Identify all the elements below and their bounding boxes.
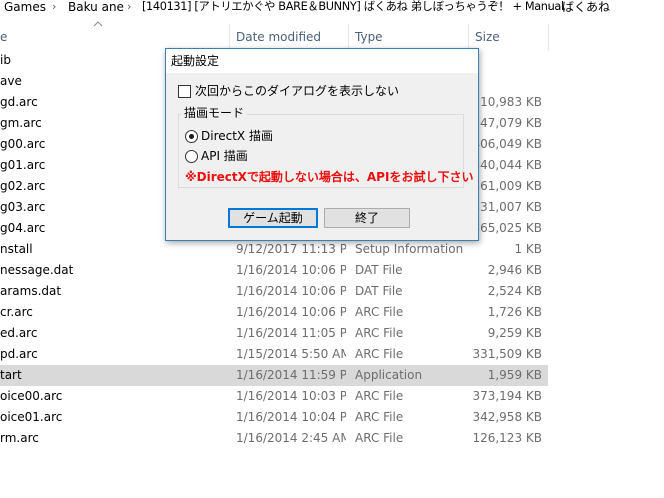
file-type: ARC File [355, 326, 404, 340]
file-date: 9/12/2017 11:13 PM [236, 242, 346, 256]
file-date: 1/16/2014 10:06 PM [236, 263, 346, 277]
file-name: pd.arc [0, 347, 38, 361]
file-date: 1/16/2014 10:06 PM [236, 284, 346, 298]
column-divider[interactable] [229, 24, 230, 50]
breadcrumb-item-release-folder[interactable]: [140131] [アトリエかぐや BARE＆BUNNY] ばくあね 弟しぼっち… [142, 0, 564, 14]
column-header-size[interactable]: Size [475, 28, 500, 50]
file-size: 9,259 KB [487, 326, 542, 340]
directx-radio[interactable] [185, 130, 198, 143]
dont-show-again-label[interactable]: 次回からこのダイアログを表示しない [195, 84, 399, 99]
file-date: 1/16/2014 11:59 PM [236, 368, 346, 382]
file-type: Application [355, 368, 423, 382]
file-name: arams.dat [0, 284, 62, 298]
chevron-right-icon[interactable]: › [547, 0, 551, 14]
file-row[interactable]: oice01.arc 1/16/2014 10:04 PM ARC File 342,… [0, 407, 548, 428]
chevron-right-icon[interactable]: › [127, 0, 131, 14]
file-type: Setup Information [355, 242, 464, 256]
column-header-name[interactable]: e [0, 28, 7, 50]
radio-selected-dot [189, 134, 194, 139]
file-name: cr.arc [0, 305, 33, 319]
column-divider[interactable] [548, 24, 549, 50]
file-size [470, 71, 542, 92]
file-row-selected[interactable]: tart 1/16/2014 11:59 PM Application 1,959 K… [0, 365, 548, 386]
file-row[interactable]: ed.arc 1/16/2014 11:05 PM ARC File 9,259 KB [0, 323, 548, 344]
render-mode-group-title: 描画モード [181, 106, 248, 121]
column-divider[interactable] [468, 24, 469, 50]
column-header-type[interactable]: Type [355, 28, 383, 50]
directx-radio-label[interactable]: DirectX 描画 [201, 129, 273, 144]
breadcrumb: Games › Baku ane › [140131] [アトリエかぐや BAR… [0, 0, 664, 16]
file-type: DAT File [355, 263, 403, 277]
file-row[interactable]: arams.dat 1/16/2014 10:06 PM DAT File 2,524… [0, 281, 548, 302]
dialog-title: 起動設定 [171, 54, 220, 68]
file-size: 210,983 KB [472, 95, 542, 109]
file-name: ed.arc [0, 326, 38, 340]
api-radio-label[interactable]: API 描画 [201, 149, 248, 164]
file-row[interactable]: nessage.dat 1/16/2014 10:06 PM DAT File 2,9… [0, 260, 548, 281]
file-name: oice01.arc [0, 410, 63, 424]
file-size: 1,726 KB [487, 305, 542, 319]
file-size [470, 50, 542, 71]
file-date: 1/16/2014 10:04 PM [236, 410, 346, 424]
file-type: ARC File [355, 410, 404, 424]
file-type: ARC File [355, 347, 404, 361]
column-divider[interactable] [348, 24, 349, 50]
file-size: 361,009 KB [472, 179, 542, 193]
file-type: ARC File [355, 431, 404, 445]
dialog-titlebar[interactable]: 起動設定 [166, 49, 478, 73]
column-header-date-modified[interactable]: Date modified [236, 28, 321, 50]
dont-show-again-checkbox[interactable] [178, 85, 191, 98]
breadcrumb-item-games[interactable]: Games [4, 0, 46, 14]
file-date: 1/16/2014 10:06 PM [236, 305, 346, 319]
startup-settings-dialog: 起動設定 次回からこのダイアログを表示しない 描画モード DirectX 描画 … [165, 48, 479, 241]
directx-warning-text: ※DirectXで起動しない場合は、APIをお試し下さい [185, 170, 474, 184]
file-row[interactable]: nstall 9/12/2017 11:13 PM Setup Informatio… [0, 239, 548, 260]
file-type: DAT File [355, 284, 403, 298]
file-row[interactable]: oice00.arc 1/16/2014 10:03 PM ARC File 373,… [0, 386, 548, 407]
file-type: ARC File [355, 305, 404, 319]
file-type: ARC File [355, 389, 404, 403]
breadcrumb-item-current-folder[interactable]: ばくあね [562, 0, 610, 14]
file-date: 1/16/2014 10:03 PM [236, 389, 346, 403]
file-size: 47,079 KB [480, 116, 542, 130]
file-size: 1,959 KB [487, 368, 542, 382]
file-name: oice00.arc [0, 389, 63, 403]
file-name: tart [0, 368, 22, 382]
file-size: 373,194 KB [472, 389, 542, 403]
sort-ascending-icon [93, 21, 103, 27]
file-size: 365,025 KB [472, 221, 542, 235]
api-radio[interactable] [185, 150, 198, 163]
start-game-button[interactable]: ゲーム起動 [228, 208, 318, 228]
file-date: 1/16/2014 2:45 AM [236, 431, 346, 445]
file-size: 2,524 KB [487, 284, 542, 298]
file-row[interactable]: rm.arc 1/16/2014 2:45 AM ARC File 126,123 K… [0, 428, 548, 449]
chevron-right-icon[interactable]: › [52, 0, 56, 14]
file-name: nessage.dat [0, 263, 74, 277]
file-row[interactable]: pd.arc 1/15/2014 5:50 AM ARC File 331,509 K… [0, 344, 548, 365]
file-name: nstall [0, 242, 33, 256]
file-size: 1 KB [514, 242, 542, 256]
file-name: rm.arc [0, 431, 39, 445]
file-size: 342,958 KB [472, 410, 542, 424]
file-size: 340,044 KB [472, 158, 542, 172]
file-date: 1/15/2014 5:50 AM [236, 347, 346, 361]
file-row[interactable]: cr.arc 1/16/2014 10:06 PM ARC File 1,726 KB [0, 302, 548, 323]
file-size: 331,509 KB [472, 347, 542, 361]
breadcrumb-item-baku-ane[interactable]: Baku ane [68, 0, 124, 14]
file-size: 126,123 KB [472, 431, 542, 445]
file-size: 2,946 KB [487, 263, 542, 277]
file-size: 331,007 KB [472, 200, 542, 214]
file-size: 406,049 KB [472, 137, 542, 151]
file-date: 1/16/2014 11:05 PM [236, 326, 346, 340]
exit-button[interactable]: 終了 [324, 208, 410, 228]
